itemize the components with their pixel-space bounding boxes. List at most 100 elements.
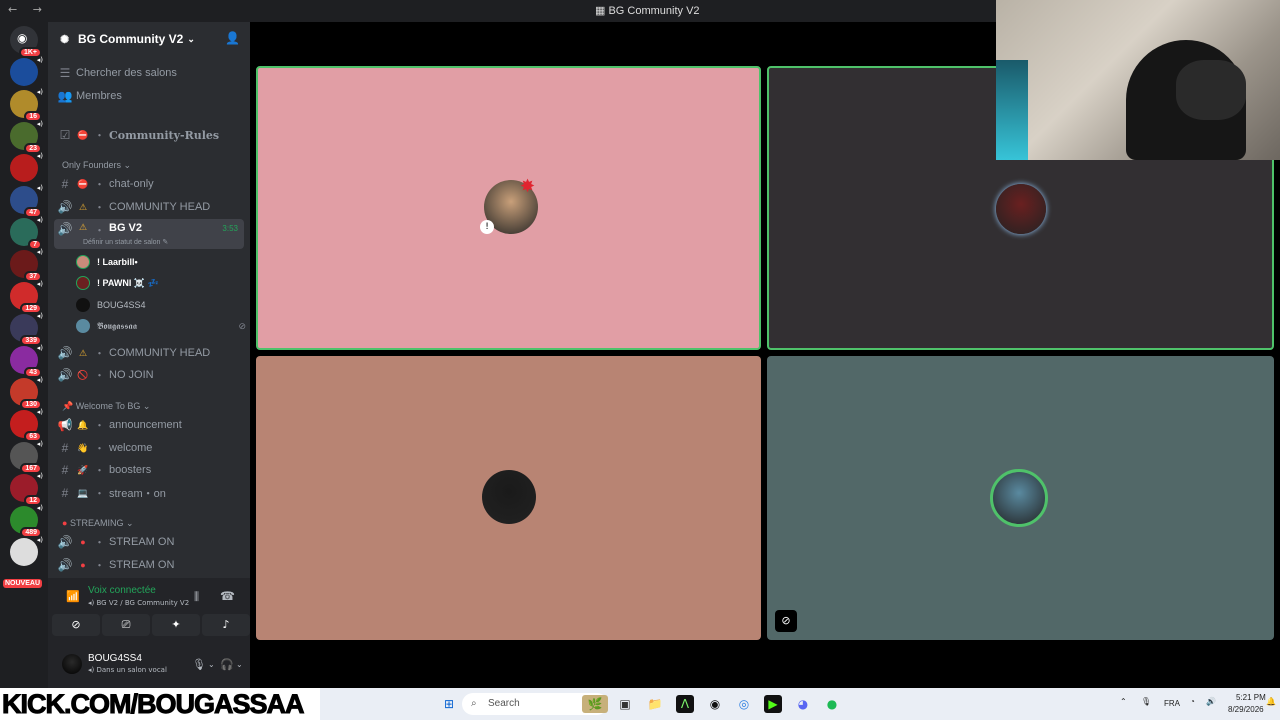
spotify-icon[interactable]: ● <box>823 695 841 713</box>
channel-community-rules[interactable]: ☑ ⛔ ・ Community-Rules <box>54 125 244 145</box>
server-icon[interactable]: ◂) 12 <box>10 472 43 506</box>
avatar <box>990 469 1048 527</box>
server-icon[interactable]: ◂) 43 <box>10 344 43 378</box>
obs-icon[interactable]: ◉ <box>706 695 724 713</box>
category-welcome[interactable]: 📌 Welcome To BG ⌄ <box>62 401 150 412</box>
channel-search[interactable]: ☰ Chercher des salons <box>54 63 244 83</box>
invite-icon[interactable]: 👤 <box>225 31 240 45</box>
server-icon[interactable]: ◂) 23 <box>10 120 43 154</box>
community-head2-label: COMMUNITY HEAD <box>109 347 211 359</box>
discord-taskbar-icon[interactable]: ◕ <box>794 695 812 713</box>
disconnect-icon[interactable]: ☎ <box>220 589 235 603</box>
server-icon[interactable]: ◂) 16 <box>10 88 43 122</box>
speaker-icon: ◂) <box>36 344 43 352</box>
speaker-icon: ◂) <box>36 56 43 64</box>
server-icon[interactable]: ◂) 129 <box>10 280 43 314</box>
hash-icon: # <box>61 177 69 191</box>
server-icon[interactable]: ◂) 47 <box>10 184 43 218</box>
task-view-icon[interactable]: ▣ <box>616 695 634 713</box>
chrome-icon[interactable]: ◎ <box>735 695 753 713</box>
search-icon: ⌕ <box>471 698 477 709</box>
screen-share-icon: ⎚ <box>121 618 131 631</box>
voice-user[interactable]: ! PAWNI ☠️ 💤 <box>76 273 159 293</box>
video-tile[interactable]: ⊘ <box>767 356 1274 640</box>
search-label: Search <box>488 698 520 709</box>
wifi-icon[interactable]: ◔ <box>1190 697 1195 706</box>
server-icon[interactable]: ◂) 489 <box>10 504 43 538</box>
file-explorer-icon[interactable]: 📁 <box>646 695 664 713</box>
screen-share-button[interactable]: ⎚ <box>102 614 150 636</box>
mic-icon[interactable]: 🎙 <box>192 658 206 671</box>
warning-icon: ⚠ <box>78 201 88 212</box>
server-icon[interactable]: ◂) 63 <box>10 408 43 442</box>
voice-user-name: 𝕭𝖔𝖚𝖌𝖆𝖘𝖘𝖆𝖆 <box>97 320 137 331</box>
camera-off-button[interactable]: ⊘ <box>52 614 100 636</box>
language-indicator[interactable]: FRA <box>1164 699 1180 708</box>
channel-sidebar: ✺ BG Community V2 ⌄ 👤 ☰ Chercher des salo… <box>48 22 260 688</box>
server-icon[interactable]: ◂) 7 <box>10 216 43 250</box>
channel-stream-on-text[interactable]: # 💻 ・ stream・on <box>54 483 244 503</box>
dm-button[interactable]: ◉ 1K+ <box>10 26 42 58</box>
channel-community-head[interactable]: 🔊 ⚠ ・ COMMUNITY HEAD <box>54 197 244 217</box>
channel-boosters[interactable]: # 🚀 ・ boosters <box>54 460 244 480</box>
voice-user-name: ! Laarbill• <box>97 257 138 267</box>
voice-user[interactable]: BOUG4SS4 <box>76 295 146 315</box>
chevron-down-icon[interactable]: ⌄ <box>208 660 215 669</box>
channel-community-head-2[interactable]: 🔊 ⚠ ・ COMMUNITY HEAD <box>54 343 244 363</box>
channel-stream-on-2[interactable]: 🔊 ● ・ STREAM ON <box>54 555 244 575</box>
channel-announcement[interactable]: 📢 🔔 ・ announcement <box>54 415 244 435</box>
server-icon[interactable]: ◂) <box>10 536 43 566</box>
nav-arrows[interactable]: ← → <box>8 3 48 16</box>
windows-start-icon[interactable]: ⊞ <box>440 695 458 713</box>
stream-on1-label: STREAM ON <box>109 536 175 548</box>
bell-icon: 🔔 <box>77 419 89 430</box>
rules-label: Community-Rules <box>109 128 220 142</box>
set-status-link[interactable]: Définir un statut de salon ✎ <box>83 238 168 246</box>
terminal-icon[interactable]: ▶ <box>764 695 782 713</box>
megaphone-icon: 📢 <box>57 418 73 432</box>
chevron-down-icon[interactable]: ⌄ <box>236 660 243 669</box>
volume-icon[interactable]: 🔊 <box>1206 697 1216 706</box>
server-icon[interactable]: ◂) 167 <box>10 440 43 474</box>
voice-user[interactable]: ! Laarbill• <box>76 252 138 272</box>
nvidia-app-icon[interactable]: Ʌ <box>676 695 694 713</box>
monitor-glow <box>996 60 1028 160</box>
speaker-icon: ◂) <box>36 248 43 256</box>
anger-icon: ✸ <box>520 176 536 197</box>
channel-bg-v2[interactable]: 🔊 ⚠ ・ BG V2 3:53 Définir un statut de salon… <box>54 219 244 249</box>
hash-icon: # <box>61 463 69 477</box>
server-icon[interactable]: ◂) <box>10 152 43 182</box>
user-status-label: Dans un salon vocal <box>96 666 167 674</box>
channel-welcome[interactable]: # 👋 ・ welcome <box>54 438 244 458</box>
server-icon[interactable]: ◂) 37 <box>10 248 43 282</box>
red-circle-icon: ● <box>80 560 86 570</box>
server-icon[interactable]: ◂) 339 <box>10 312 43 346</box>
clock-time[interactable]: 5:21 PM <box>1236 693 1266 702</box>
avatar <box>76 255 90 269</box>
headphones-icon[interactable]: 🎧 <box>220 658 234 671</box>
activities-button[interactable]: ✦ <box>152 614 200 636</box>
user-panel[interactable]: BOUG4SS4 ◂) Dans un salon vocal 🎙 ⌄ 🎧 ⌄ … <box>58 650 260 680</box>
soundboard-button[interactable]: ♪ <box>202 614 250 636</box>
category-only-founders[interactable]: Only Founders ⌄ <box>62 160 131 171</box>
speaker-icon: ◂) <box>36 440 43 448</box>
category-streaming[interactable]: ● STREAMING ⌄ <box>62 518 134 529</box>
video-tile[interactable]: ✸ ! <box>256 66 761 350</box>
server-icon[interactable]: ◂) <box>10 56 43 86</box>
notification-icon[interactable]: 🔔 <box>1266 697 1276 706</box>
video-tile[interactable] <box>256 356 761 640</box>
tray-chevron-icon[interactable]: ⌃ <box>1120 697 1127 706</box>
cat-streaming-label: STREAMING <box>69 518 124 528</box>
noise-suppression-icon[interactable]: ⫼ <box>194 590 199 604</box>
speaker-icon: 🔊 <box>57 222 73 236</box>
clock-date[interactable]: 8/29/2026 <box>1228 705 1264 714</box>
tray-mic-icon[interactable]: 🎙 <box>1141 697 1151 706</box>
channel-chat-only[interactable]: # ⛔ ・ chat-only <box>54 174 244 194</box>
channel-no-join[interactable]: 🔊 🚫 ・ NO JOIN <box>54 365 244 385</box>
voice-user[interactable]: 𝕭𝖔𝖚𝖌𝖆𝖘𝖘𝖆𝖆 ⊘ <box>76 316 246 336</box>
guild-header[interactable]: ✺ BG Community V2 ⌄ 👤 <box>48 22 250 56</box>
members-link[interactable]: 👥 Membres <box>54 86 244 106</box>
channel-stream-on-1[interactable]: 🔊 ● ・ STREAM ON <box>54 532 244 552</box>
avatar <box>996 184 1046 234</box>
server-icon[interactable]: ◂) 130 <box>10 376 43 410</box>
